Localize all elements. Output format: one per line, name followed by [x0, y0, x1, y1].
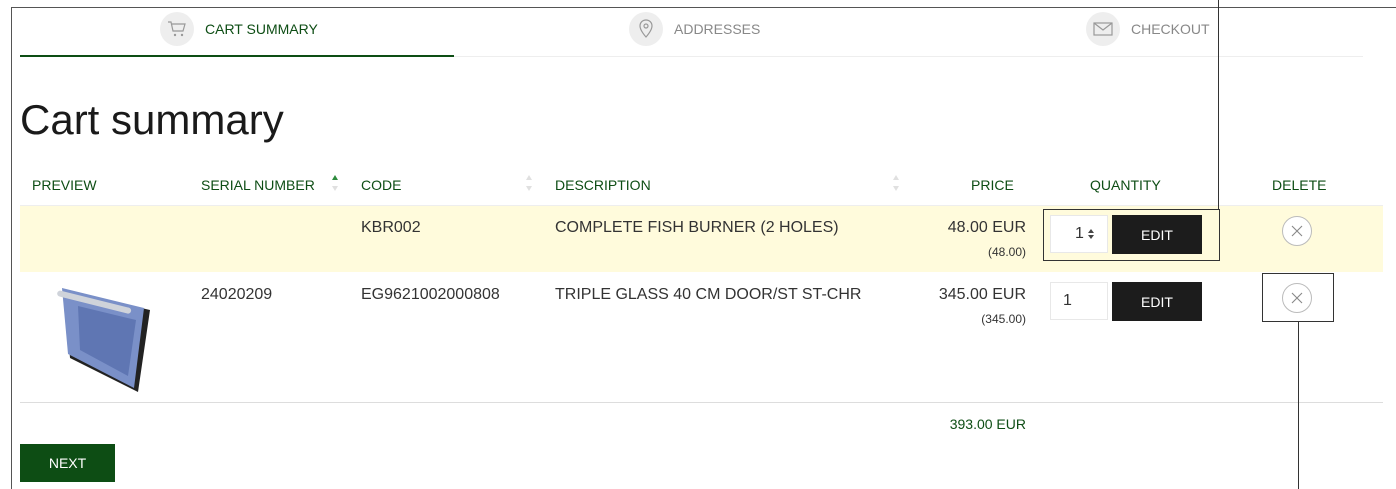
sort-asc-icon[interactable] [331, 174, 339, 192]
annotation-line [1218, 0, 1219, 210]
header-delete: DELETE [1272, 177, 1327, 193]
step-label: ADDRESSES [674, 21, 761, 37]
edit-button[interactable]: EDIT [1112, 282, 1202, 321]
cell-price: 345.00 EUR [938, 286, 1026, 303]
cell-description: COMPLETE FISH BURNER (2 HOLES) [555, 219, 839, 236]
checkout-steps: CART SUMMARY ADDRESSES CHECKOUT [20, 10, 1363, 57]
close-icon [1291, 225, 1303, 237]
location-pin-icon [629, 12, 663, 46]
header-description[interactable]: DESCRIPTION [555, 177, 651, 193]
quantity-input[interactable]: 1 [1050, 282, 1108, 320]
sort-icon[interactable] [525, 174, 533, 192]
annotation-box [1262, 273, 1334, 322]
page-title: Cart summary [20, 96, 284, 143]
header-serial-number[interactable]: SERIAL NUMBER [201, 177, 315, 193]
annotation-line [1298, 322, 1299, 489]
cart-icon [160, 12, 194, 46]
step-label: CART SUMMARY [205, 21, 318, 37]
cell-price-sub: (48.00) [987, 245, 1026, 259]
cell-serial-number: 24020209 [201, 286, 273, 303]
product-thumbnail [57, 288, 150, 392]
step-checkout[interactable]: CHECKOUT [1086, 12, 1210, 46]
cart-total: 393.00 EUR [949, 416, 1026, 432]
header-preview: PREVIEW [32, 177, 97, 193]
envelope-icon [1086, 12, 1120, 46]
cell-price: 48.00 EUR [947, 219, 1026, 236]
next-button[interactable]: NEXT [20, 444, 115, 482]
cell-description: TRIPLE GLASS 40 CM DOOR/ST ST-CHR [555, 286, 862, 303]
active-step-indicator [20, 55, 454, 57]
sort-icon[interactable] [892, 174, 900, 192]
delete-button[interactable] [1282, 216, 1312, 246]
header-quantity: QUANTITY [1090, 177, 1161, 193]
header-code[interactable]: CODE [361, 177, 401, 193]
step-cart-summary[interactable]: CART SUMMARY [160, 12, 318, 46]
step-addresses[interactable]: ADDRESSES [629, 12, 760, 46]
step-label: CHECKOUT [1131, 21, 1210, 37]
quantity-value: 1 [1063, 292, 1072, 309]
cell-code: KBR002 [361, 219, 421, 236]
annotation-box [1043, 209, 1220, 261]
cell-code: EG9621002000808 [361, 286, 500, 303]
header-price: PRICE [971, 177, 1014, 193]
cell-price-sub: (345.00) [981, 312, 1026, 326]
